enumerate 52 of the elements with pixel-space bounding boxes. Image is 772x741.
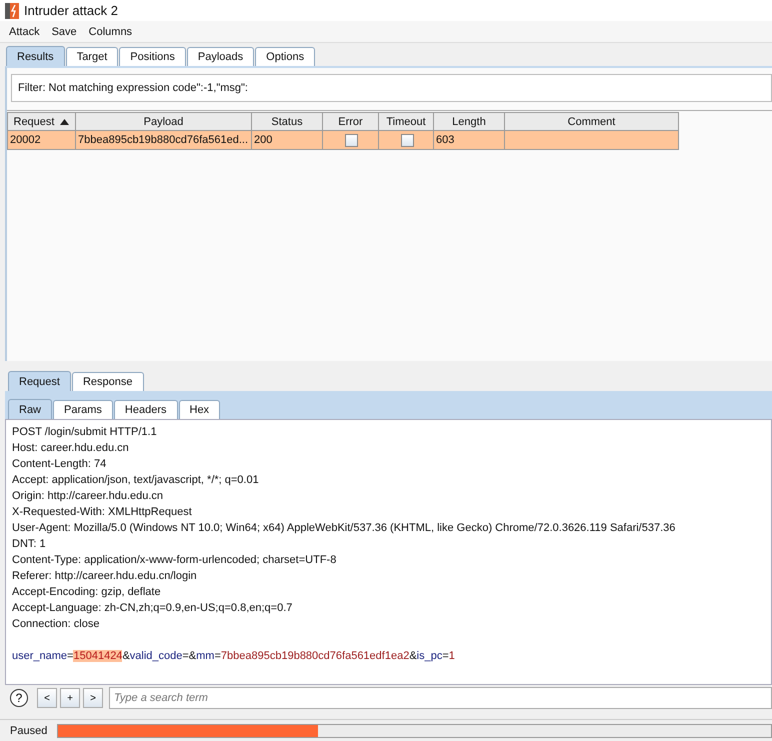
column-header[interactable]: Payload <box>76 112 252 132</box>
tab[interactable]: Payloads <box>186 47 254 66</box>
tab[interactable]: Request <box>8 371 71 392</box>
filter-bar[interactable]: Filter: Not matching expression code":-1,"msg": <box>11 74 772 102</box>
checkbox[interactable] <box>345 134 358 147</box>
tab[interactable]: Params <box>53 400 113 420</box>
column-header[interactable]: Error <box>323 112 379 132</box>
window-title: Intruder attack 2 <box>24 3 118 18</box>
app-logo-icon <box>5 2 19 18</box>
request-line: Accept-Language: zh-CN,zh;q=0.9,en-US;q=0.8,en;q=0.7 <box>12 601 294 616</box>
request-line: Accept-Encoding: gzip, deflate <box>12 585 162 600</box>
column-header[interactable]: Length <box>434 112 505 132</box>
column-header[interactable]: Status <box>252 112 323 132</box>
request-line: Origin: http://career.hdu.edu.cn <box>12 489 164 504</box>
request-line: Accept: application/json, text/javascript, */*; q=0.01 <box>12 473 260 488</box>
request-line: User-Agent: Mozilla/5.0 (Windows NT 10.0; Win64; x64) AppleWebKit/537.36 (KHTML, like Gecko) Chrome/72.0.3626.119 Safari/537.36 <box>12 521 676 536</box>
status-text: Paused <box>10 724 48 737</box>
request-line: Content-Type: application/x-www-form-urlencoded; charset=UTF-8 <box>12 553 338 568</box>
request-body: user_name=15041424&valid_code=&mm=7bbea895cb19b880cd76fa561edf1ea2&is_pc=1 <box>12 649 456 664</box>
request-line: POST /login/submit HTTP/1.1 <box>12 425 158 440</box>
search-nav-button[interactable]: < <box>37 688 57 708</box>
tab[interactable]: Headers <box>114 400 178 420</box>
checkbox[interactable] <box>400 134 414 147</box>
menu-item[interactable]: Save <box>52 26 77 38</box>
column-header[interactable]: Request <box>7 112 76 132</box>
request-line: Content-Length: 74 <box>12 457 108 472</box>
table-cell: 20002 <box>10 134 41 146</box>
search-field[interactable]: Type a search term <box>109 687 772 710</box>
tab[interactable]: Response <box>72 372 144 392</box>
request-line: X-Requested-With: XMLHttpRequest <box>12 505 193 520</box>
menu-item[interactable]: Attack <box>9 26 40 38</box>
tab[interactable]: Results <box>6 46 65 66</box>
help-button[interactable]: ? <box>10 689 28 708</box>
request-line: Connection: close <box>12 617 100 632</box>
menu-item[interactable]: Columns <box>88 26 132 38</box>
table-cell: 603 <box>436 134 454 146</box>
tab[interactable]: Hex <box>178 400 220 420</box>
table-row[interactable]: 20002 7bbea895cb19b880cd76fa561ed... 200 603 <box>7 131 679 150</box>
search-nav-button[interactable]: + <box>60 688 80 708</box>
tab[interactable]: Options <box>255 47 316 66</box>
table-cell: 7bbea895cb19b880cd76fa561ed... <box>78 134 248 146</box>
table-cell: 200 <box>254 134 272 146</box>
tab[interactable]: Positions <box>119 47 186 66</box>
request-line: DNT: 1 <box>12 537 47 552</box>
column-header[interactable]: Comment <box>505 112 679 132</box>
search-nav-button[interactable]: > <box>83 688 103 708</box>
request-line: Referer: http://career.hdu.edu.cn/login <box>12 569 198 584</box>
tab[interactable]: Target <box>66 47 118 66</box>
filter-text: Filter: Not matching expression code":-1,"msg": <box>18 82 248 94</box>
column-header[interactable]: Timeout <box>379 112 434 132</box>
request-line: Host: career.hdu.edu.cn <box>12 441 130 456</box>
tab[interactable]: Raw <box>8 399 52 420</box>
